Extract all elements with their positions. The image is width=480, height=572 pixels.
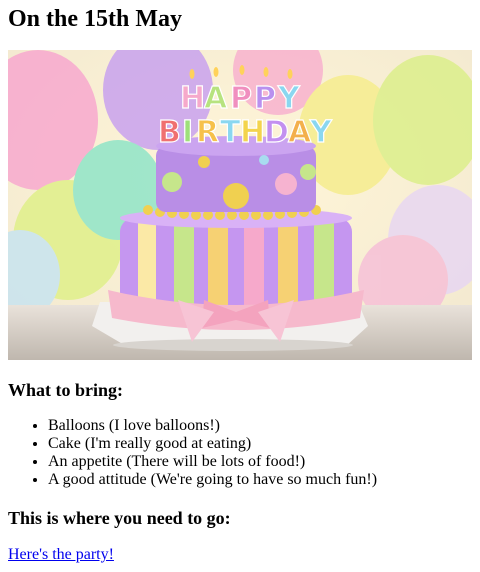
svg-text:T: T [220,115,241,150]
svg-text:P: P [230,81,252,116]
svg-text:R: R [196,115,219,150]
bring-list: Balloons (I love balloons!) Cake (I'm re… [8,417,472,489]
page-title: On the 15th May [8,6,182,32]
list-item: Cake (I'm really good at eating) [48,435,472,453]
what-to-bring-heading: What to bring: [8,380,124,400]
svg-text:H: H [240,115,265,150]
list-item: A good attitude (We're going to have so … [48,471,472,489]
svg-text:Y: Y [309,115,333,150]
svg-text:A: A [288,115,312,150]
svg-text:A: A [204,81,228,116]
page: On the 15th May H A P P Y B I R T H D A … [0,0,480,564]
svg-text:I: I [182,115,193,150]
birthday-cake-image: H A P P Y B I R T H D A Y [8,50,472,360]
list-item: Balloons (I love balloons!) [48,417,472,435]
svg-text:B: B [158,115,181,150]
svg-text:D: D [264,115,289,150]
cake-bottom-tier [108,205,364,342]
svg-text:H: H [180,81,205,116]
party-link[interactable]: Here's the party! [8,546,114,564]
svg-text:Y: Y [277,81,301,116]
svg-text:P: P [254,81,276,116]
where-to-go-heading: This is where you need to go: [8,508,231,528]
list-item: An appetite (There will be lots of food!… [48,453,472,471]
